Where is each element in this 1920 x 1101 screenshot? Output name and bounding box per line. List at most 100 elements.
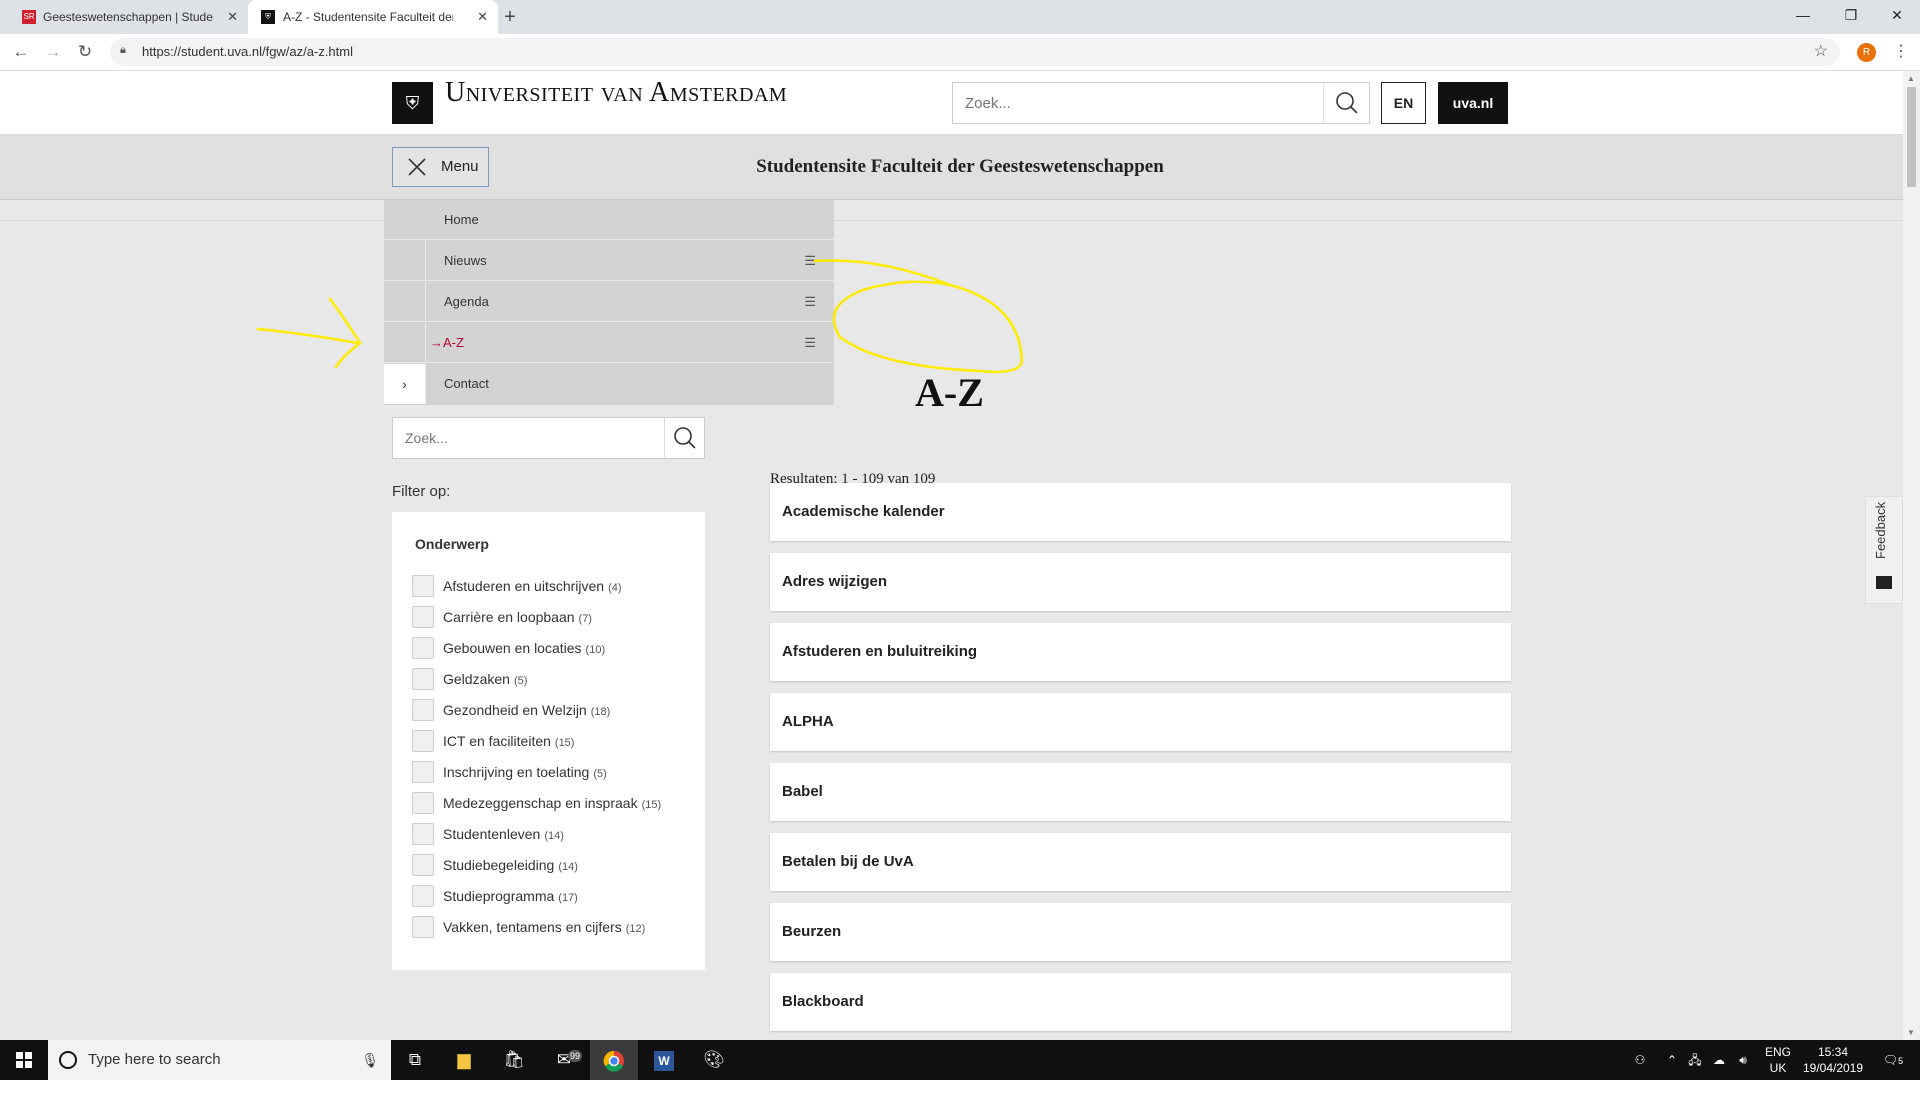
checkbox[interactable]	[412, 699, 434, 721]
menu-spacer	[384, 241, 426, 281]
checkbox[interactable]	[412, 668, 434, 690]
people-icon[interactable]: ⚇	[1628, 1040, 1652, 1080]
feedback-tab[interactable]: Feedback	[1865, 496, 1903, 604]
annotation-arrow	[256, 297, 362, 369]
az-search-input[interactable]	[393, 418, 663, 458]
checkbox[interactable]	[412, 730, 434, 752]
mail-icon[interactable]: ✉ 99	[540, 1040, 588, 1080]
filter-count: (15)	[641, 799, 662, 811]
annotation-circle	[832, 280, 1024, 374]
az-search-button[interactable]	[664, 418, 704, 458]
url-text[interactable]: https://student.uva.nl/fgw/az/a-z.html	[142, 38, 353, 66]
microphone-icon[interactable]: 🎙︎	[361, 1040, 379, 1080]
browser-tab-geesteswetenschappen[interactable]: SR Geesteswetenschappen | Student ✕	[10, 0, 248, 34]
store-icon[interactable]: 🛍︎	[490, 1040, 538, 1080]
windows-icon	[16, 1052, 32, 1068]
site-subheader: Menu Studentensite Faculteit der Geestes…	[0, 135, 1903, 200]
maximize-button[interactable]: ❐	[1828, 0, 1874, 34]
language-button[interactable]: EN	[1381, 82, 1426, 124]
menu-item-nieuws[interactable]: Nieuws ☰	[384, 241, 834, 281]
profile-avatar[interactable]: R	[1857, 43, 1876, 62]
network-icon[interactable]: 🖧︎	[1684, 1040, 1706, 1080]
close-tab-icon[interactable]: ✕	[477, 0, 488, 34]
checkbox[interactable]	[412, 854, 434, 876]
paint-icon[interactable]: 🎨︎	[690, 1040, 738, 1080]
checkbox[interactable]	[412, 792, 434, 814]
minimize-button[interactable]: —	[1780, 0, 1826, 34]
filter-label: Studieprogramma	[443, 888, 555, 904]
az-item[interactable]: Academische kalender	[770, 483, 1511, 541]
checkbox[interactable]	[412, 885, 434, 907]
filter-count: (15)	[554, 737, 575, 749]
page-scrollbar[interactable]: ▲ ▼	[1903, 71, 1920, 1040]
list-icon[interactable]: ☰	[804, 282, 816, 322]
new-tab-button[interactable]: +	[498, 0, 522, 34]
forward-icon[interactable]: →	[42, 41, 64, 63]
annotation-connector-line	[813, 259, 952, 287]
scroll-down-icon[interactable]: ▼	[1907, 1028, 1915, 1037]
uva-nl-button[interactable]: uva.nl	[1438, 82, 1508, 124]
back-icon[interactable]: ←	[10, 41, 32, 63]
az-item[interactable]: Blackboard	[770, 973, 1511, 1031]
az-item[interactable]: Afstuderen en buluitreiking	[770, 623, 1511, 681]
start-button[interactable]	[0, 1040, 48, 1080]
tray-expand-icon[interactable]: ⌃	[1662, 1040, 1682, 1080]
reload-icon[interactable]: ↻	[74, 41, 96, 63]
filter-text: Geldzaken (5)	[443, 667, 527, 693]
uva-logo-icon[interactable]: ⛨	[392, 82, 433, 124]
az-item[interactable]: Betalen bij de UvA	[770, 833, 1511, 891]
checkbox[interactable]	[412, 606, 434, 628]
filter-count: (12)	[625, 923, 646, 935]
bookmark-star-icon[interactable]: ☆	[1814, 38, 1828, 66]
menu-item-home[interactable]: Home	[384, 200, 834, 240]
checkbox[interactable]	[412, 637, 434, 659]
scroll-up-icon[interactable]: ▲	[1907, 74, 1915, 83]
taskbar-search[interactable]: Type here to search 🎙︎	[48, 1040, 391, 1080]
filter-count: (17)	[558, 892, 578, 904]
filter-text: Medezeggenschap en inspraak (15)	[443, 791, 661, 817]
chrome-icon[interactable]	[590, 1040, 638, 1080]
onedrive-icon[interactable]: ☁	[1708, 1040, 1730, 1080]
checkbox[interactable]	[412, 575, 434, 597]
scrollbar-thumb[interactable]	[1907, 87, 1916, 187]
checkbox[interactable]	[412, 916, 434, 938]
checkbox[interactable]	[412, 761, 434, 783]
filter-label: Carrière en loopbaan	[443, 609, 575, 625]
filter-label: Gezondheid en Welzijn	[443, 702, 587, 718]
header-search-input[interactable]	[953, 83, 1323, 123]
filter-label: Vakken, tentamens en cijfers	[443, 919, 622, 935]
browser-tab-a-z[interactable]: ⛨ A-Z - Studentensite Faculteit der ✕	[248, 0, 498, 34]
menu-item-a-z[interactable]: →A-Z ☰	[384, 323, 834, 363]
filter-panel: Onderwerp Afstuderen en uitschrijven (4) …	[392, 512, 705, 970]
chrome-logo-icon	[603, 1050, 624, 1072]
chevron-right-icon[interactable]: ›	[384, 364, 426, 404]
omnibox[interactable]: 🔒︎ https://student.uva.nl/fgw/az/a-z.htm…	[110, 38, 1840, 66]
clock[interactable]: 15:34 19/04/2019	[1798, 1044, 1868, 1076]
menu-item-contact[interactable]: › Contact	[384, 364, 834, 404]
page-title: A-Z	[915, 370, 984, 415]
file-explorer-icon[interactable]: ▆	[440, 1040, 488, 1080]
menu-button[interactable]: Menu	[392, 147, 489, 187]
cortana-icon	[59, 1051, 77, 1069]
filter-text: Studieprogramma (17)	[443, 884, 578, 910]
language-indicator[interactable]: ENG UK	[1760, 1044, 1796, 1076]
menu-item-agenda[interactable]: Agenda ☰	[384, 282, 834, 322]
browser-menu-icon[interactable]: ⋮	[1893, 41, 1909, 61]
list-icon[interactable]: ☰	[804, 241, 816, 281]
notification-count: 5	[1898, 1056, 1904, 1066]
close-tab-icon[interactable]: ✕	[227, 0, 238, 34]
az-item[interactable]: Adres wijzigen	[770, 553, 1511, 611]
menu-item-label: →A-Z	[430, 335, 464, 350]
list-icon[interactable]: ☰	[804, 323, 816, 363]
az-item[interactable]: Babel	[770, 763, 1511, 821]
notifications-icon[interactable]: 🗨︎5	[1876, 1040, 1910, 1080]
task-view-icon[interactable]: ⧉	[391, 1040, 439, 1080]
checkbox[interactable]	[412, 823, 434, 845]
az-item[interactable]: Beurzen	[770, 903, 1511, 961]
close-window-button[interactable]: ✕	[1874, 0, 1920, 34]
az-item[interactable]: ALPHA	[770, 693, 1511, 751]
header-search-button[interactable]	[1323, 83, 1369, 123]
uva-logo-text[interactable]: Universiteit van Amsterdam	[445, 77, 787, 109]
volume-icon[interactable]: 🔊︎	[1732, 1040, 1754, 1080]
word-icon[interactable]: W	[640, 1040, 688, 1080]
